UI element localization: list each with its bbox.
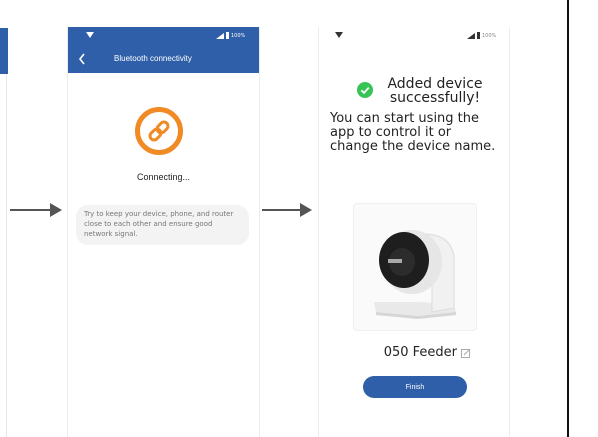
device-name: 050 Feeder — [383, 345, 457, 360]
signal-icon — [467, 33, 475, 39]
success-screen: 100% Added device successfully! You can … — [318, 27, 510, 437]
app-header: 100% Bluetooth connectivity — [68, 27, 259, 73]
battery-icon — [226, 32, 229, 39]
wifi-icon — [335, 32, 343, 38]
status-icons: 100% — [216, 32, 246, 40]
wifi-icon — [86, 32, 94, 38]
battery-percent: 100% — [482, 33, 497, 39]
header-title: Bluetooth connectivity — [114, 54, 192, 63]
frame-border — [567, 0, 569, 437]
connecting-indicator — [135, 107, 183, 155]
previous-screen-edge — [6, 74, 7, 437]
battery-percent: 100% — [231, 33, 246, 39]
success-description: You can start using the app to control i… — [330, 111, 496, 154]
chevron-left-icon[interactable] — [78, 53, 86, 65]
link-chain-icon — [148, 120, 170, 142]
success-title: Added device successfully! — [387, 76, 483, 106]
previous-screen-header — [0, 28, 8, 74]
device-image — [353, 203, 477, 331]
check-circle-icon — [357, 82, 373, 98]
tip-text: Try to keep your device, phone, and rout… — [84, 210, 234, 238]
signal-icon — [216, 33, 224, 39]
feeder-device-image — [374, 230, 456, 319]
flow-arrow-1 — [10, 203, 62, 217]
tip-message: Try to keep your device, phone, and rout… — [76, 205, 249, 245]
flow-arrow-2 — [262, 203, 312, 217]
connecting-screen: 100% Bluetooth connectivity Connecting..… — [67, 27, 260, 437]
edit-icon[interactable] — [461, 348, 471, 358]
status-icons: 100% — [467, 32, 497, 40]
battery-icon — [477, 32, 480, 39]
finish-label: Finish — [405, 383, 425, 391]
connecting-status: Connecting... — [136, 172, 191, 182]
finish-button[interactable]: Finish — [363, 376, 467, 398]
